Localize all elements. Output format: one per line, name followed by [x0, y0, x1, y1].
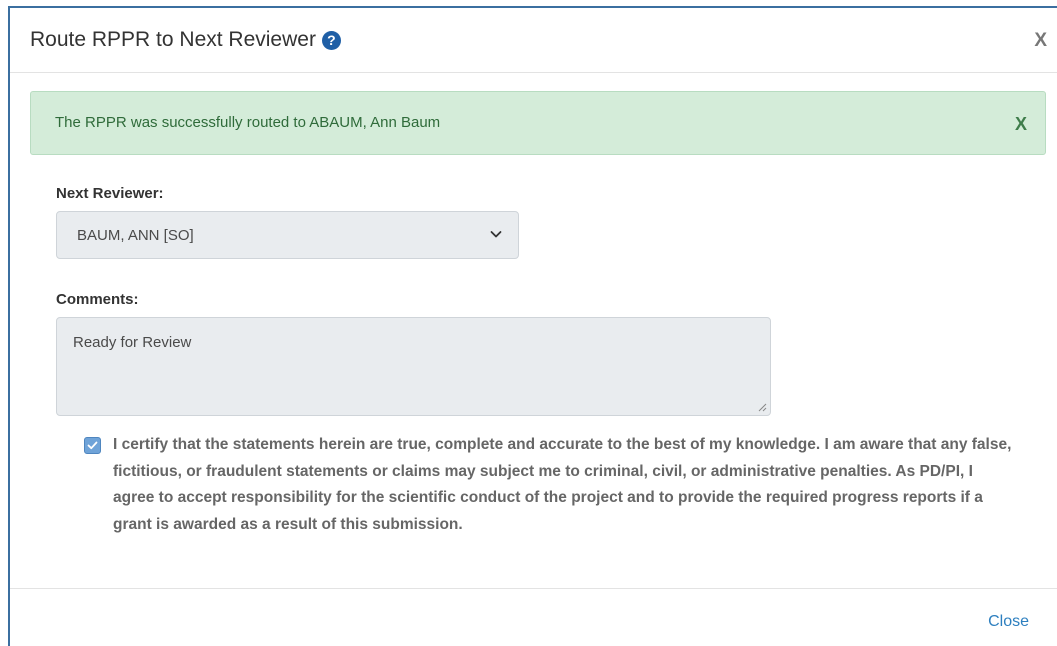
dialog-title-text: Route RPPR to Next Reviewer	[30, 28, 316, 51]
dialog-title: Route RPPR to Next Reviewer ?	[30, 28, 341, 52]
alert-dismiss-button[interactable]: X	[1015, 114, 1027, 135]
certify-statement: I certify that the statements herein are…	[113, 436, 1012, 533]
success-alert: The RPPR was successfully routed to ABAU…	[30, 91, 1046, 155]
comments-value: Ready for Review	[73, 334, 192, 351]
certify-checkbox[interactable]	[84, 437, 101, 454]
dialog-header: Route RPPR to Next Reviewer ? X	[10, 8, 1057, 73]
route-rppr-dialog: Route RPPR to Next Reviewer ? X The RPPR…	[8, 6, 1057, 646]
resize-handle-icon[interactable]	[757, 402, 767, 412]
chevron-down-icon	[490, 231, 502, 238]
footer-divider	[10, 588, 1057, 589]
dialog-close-button[interactable]: X	[1034, 30, 1047, 52]
success-alert-message: The RPPR was successfully routed to ABAU…	[55, 114, 441, 131]
close-button[interactable]: Close	[988, 613, 1029, 631]
help-icon[interactable]: ?	[321, 30, 341, 50]
next-reviewer-selected-value: BAUM, ANN [SO]	[77, 227, 194, 244]
comments-label: Comments:	[56, 291, 139, 308]
comments-textarea[interactable]: Ready for Review	[56, 317, 771, 416]
next-reviewer-select[interactable]: BAUM, ANN [SO]	[56, 211, 519, 259]
checkmark-icon	[87, 441, 98, 450]
next-reviewer-label: Next Reviewer:	[56, 185, 164, 202]
